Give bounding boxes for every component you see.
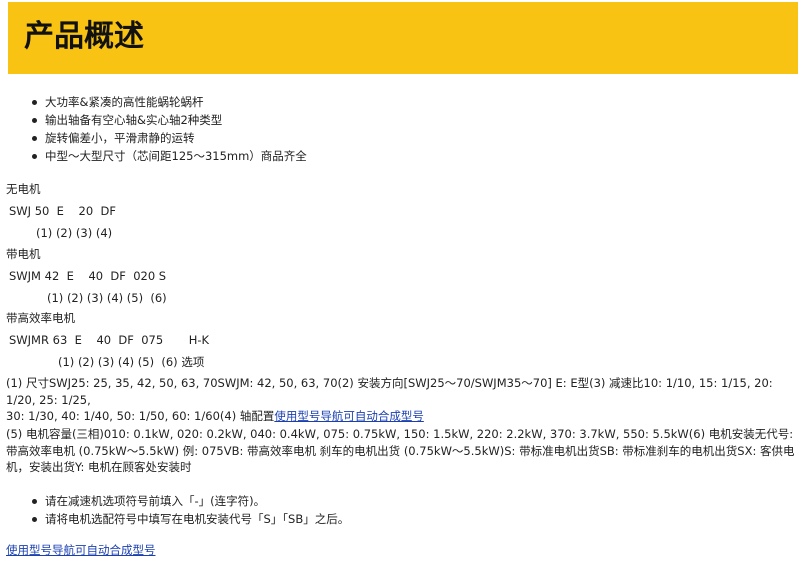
list-item: 中型～大型尺寸（芯间距125～315mm）商品齐全	[32, 147, 307, 165]
model-navigator-link[interactable]: 使用型号导航可自动合成型号	[274, 409, 424, 423]
list-item: 请在减速机选项符号前填入「-」(连字符)。	[32, 492, 349, 510]
section-title-hi-eff-motor: 带高效率电机	[6, 311, 75, 325]
header-banner: 产品概述	[8, 2, 798, 74]
model-code-with-motor: SWJM 42 E 40 DF 020 S	[9, 269, 167, 283]
index-labels-hi-eff-motor: (1) (2) (3) (4) (5) (6) 选项	[58, 355, 205, 369]
spec-description: (1) 尺寸SWJ25: 25, 35, 42, 50, 63, 70SWJM:…	[6, 375, 798, 425]
page-title: 产品概述	[24, 19, 144, 54]
model-navigator-footer-link[interactable]: 使用型号导航可自动合成型号	[6, 543, 156, 557]
model-code-hi-eff-motor: SWJMR 63 E 40 DF 075 H-K	[9, 333, 210, 347]
notes-list: 请在减速机选项符号前填入「-」(连字符)。 请将电机选配符号中填写在电机安装代号…	[0, 492, 349, 528]
spec-text-ratio: 30: 1/30, 40: 1/40, 50: 1/50, 60: 1/60(4…	[6, 409, 275, 423]
list-item: 请将电机选配符号中填写在电机安装代号「S」「SB」之后。	[32, 510, 349, 528]
index-labels-no-motor: (1) (2) (3) (4)	[36, 226, 113, 240]
list-item: 大功率&紧凑的高性能蜗轮蜗杆	[32, 93, 307, 111]
section-title-with-motor: 带电机	[6, 247, 41, 261]
footer-link-wrapper: 使用型号导航可自动合成型号	[6, 542, 156, 558]
feature-list: 大功率&紧凑的高性能蜗轮蜗杆 输出轴备有空心轴&实心轴2种类型 旋转偏差小，平滑…	[0, 93, 307, 165]
motor-spec-description: (5) 电机容量(三相)010: 0.1kW, 020: 0.2kW, 040:…	[6, 427, 795, 474]
list-item: 输出轴备有空心轴&实心轴2种类型	[32, 111, 307, 129]
section-title-no-motor: 无电机	[6, 182, 41, 196]
index-labels-with-motor: (1) (2) (3) (4) (5) (6)	[47, 291, 167, 305]
spec-text-size: (1) 尺寸SWJ25: 25, 35, 42, 50, 63, 70SWJM:…	[6, 376, 773, 407]
list-item: 旋转偏差小，平滑肃静的运转	[32, 129, 307, 147]
model-code-no-motor: SWJ 50 E 20 DF	[9, 204, 116, 218]
